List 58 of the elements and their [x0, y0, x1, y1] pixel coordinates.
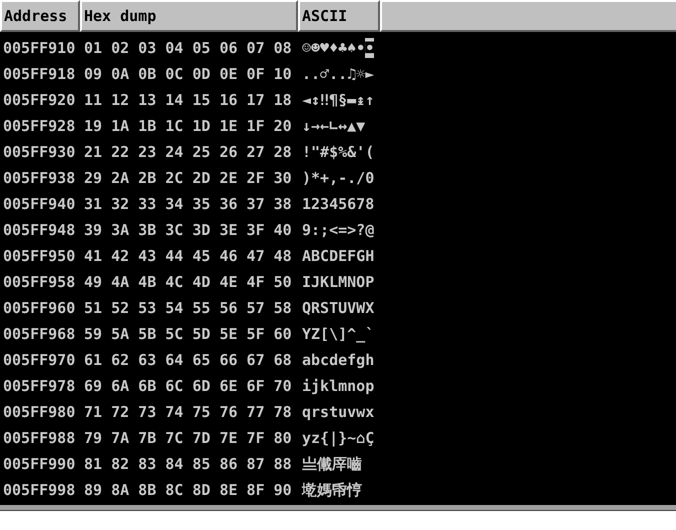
address-cell-text: 005FF930 — [2, 142, 76, 162]
ascii-cell: abcdefgh — [302, 350, 374, 370]
ascii-cell: 墘媽帋悙 — [302, 480, 362, 500]
ascii-cell: ABCDEFGH — [302, 246, 374, 266]
ascii-cell: YZ[\]^_` — [302, 324, 374, 344]
ascii-cell: 9:;<=>?@ — [302, 220, 374, 240]
hex-cell-text: 19 1A 1B 1C 1D 1E 1F 20 — [83, 116, 293, 136]
hex-cell-text: 51 52 53 54 55 56 57 58 — [83, 298, 293, 318]
command-field[interactable] — [0, 510, 676, 530]
hex-cell-text: 09 0A 0B 0C 0D 0E 0F 10 — [83, 64, 293, 84]
ascii-cell: ..♂..♫☼► — [302, 64, 374, 84]
hex-cell-text: 01 02 03 04 05 06 07 08 — [83, 38, 293, 58]
address-cell-text: 005FF960 — [2, 298, 76, 318]
hex-cell-text: 81 82 83 84 85 86 87 88 — [83, 454, 293, 474]
ascii-cell: IJKLMNOP — [302, 272, 374, 292]
address-cell-text: 005FF968 — [2, 324, 76, 344]
ascii-cell: qrstuvwx — [302, 402, 374, 422]
ascii-cell: )*+,-./0 — [302, 168, 374, 188]
address-cell-text: 005FF928 — [2, 116, 76, 136]
hex-cell-text: 21 22 23 24 25 26 27 28 — [83, 142, 293, 162]
hex-cell-text: 41 42 43 44 45 46 47 48 — [83, 246, 293, 266]
column-header[interactable]: ASCII — [298, 0, 380, 32]
address-cell-text: 005FF920 — [2, 90, 76, 110]
ascii-cell: 亗儎厗嚙 — [302, 454, 362, 474]
hex-cell-text: 71 72 73 74 75 76 77 78 — [83, 402, 293, 422]
address-cell-text: 005FF918 — [2, 64, 76, 84]
address-cell-text: 005FF990 — [2, 454, 76, 474]
address-cell-text: 005FF980 — [2, 402, 76, 422]
address-cell-text: 005FF948 — [2, 220, 76, 240]
column-header[interactable]: Hex dump — [80, 0, 298, 32]
hex-cell-text: 89 8A 8B 8C 8D 8E 8F 90 — [83, 480, 293, 500]
ascii-cell: yz{|}~⌂Ç — [302, 428, 374, 448]
ascii-cell: ijklmnop — [302, 376, 374, 396]
address-cell-text: 005FF970 — [2, 350, 76, 370]
hex-cell-text: 11 12 13 14 15 16 17 18 — [83, 90, 293, 110]
ascii-cell: !"#$%&'( — [302, 142, 374, 162]
hex-cell-text: 49 4A 4B 4C 4D 4E 4F 50 — [83, 272, 293, 292]
hex-cell-text: 61 62 63 64 65 66 67 68 — [83, 350, 293, 370]
address-cell-text: 005FF938 — [2, 168, 76, 188]
address-cell-text: 005FF958 — [2, 272, 76, 292]
address-cell-text: 005FF998 — [2, 480, 76, 500]
ascii-cell: ☺☻♥♦♣♠• — [302, 38, 366, 58]
hex-cell-text: 69 6A 6B 6C 6D 6E 6F 70 — [83, 376, 293, 396]
ascii-cell: ↓→←∟↔▲▼ — [302, 116, 366, 136]
ascii-cell: 12345678 — [302, 194, 374, 214]
address-cell-text: 005FF978 — [2, 376, 76, 396]
address-cell-text: 005FF950 — [2, 246, 76, 266]
address-cell-text: 005FF988 — [2, 428, 76, 448]
column-header[interactable]: Address — [0, 0, 80, 32]
hex-cell-text: 59 5A 5B 5C 5D 5E 5F 60 — [83, 324, 293, 344]
hex-cell-text: 39 3A 3B 3C 3D 3E 3F 40 — [83, 220, 293, 240]
hex-cell-text: 31 32 33 34 35 36 37 38 — [83, 194, 293, 214]
hex-cell-text: 79 7A 7B 7C 7D 7E 7F 80 — [83, 428, 293, 448]
address-cell-text: 005FF940 — [2, 194, 76, 214]
ascii-cell: ◄↕‼¶§▬↨↑ — [302, 90, 374, 110]
ascii-cell: QRSTUVWX — [302, 298, 374, 318]
address-cell-text: 005FF910 — [2, 38, 76, 58]
hex-cell-text: 29 2A 2B 2C 2D 2E 2F 30 — [83, 168, 293, 188]
